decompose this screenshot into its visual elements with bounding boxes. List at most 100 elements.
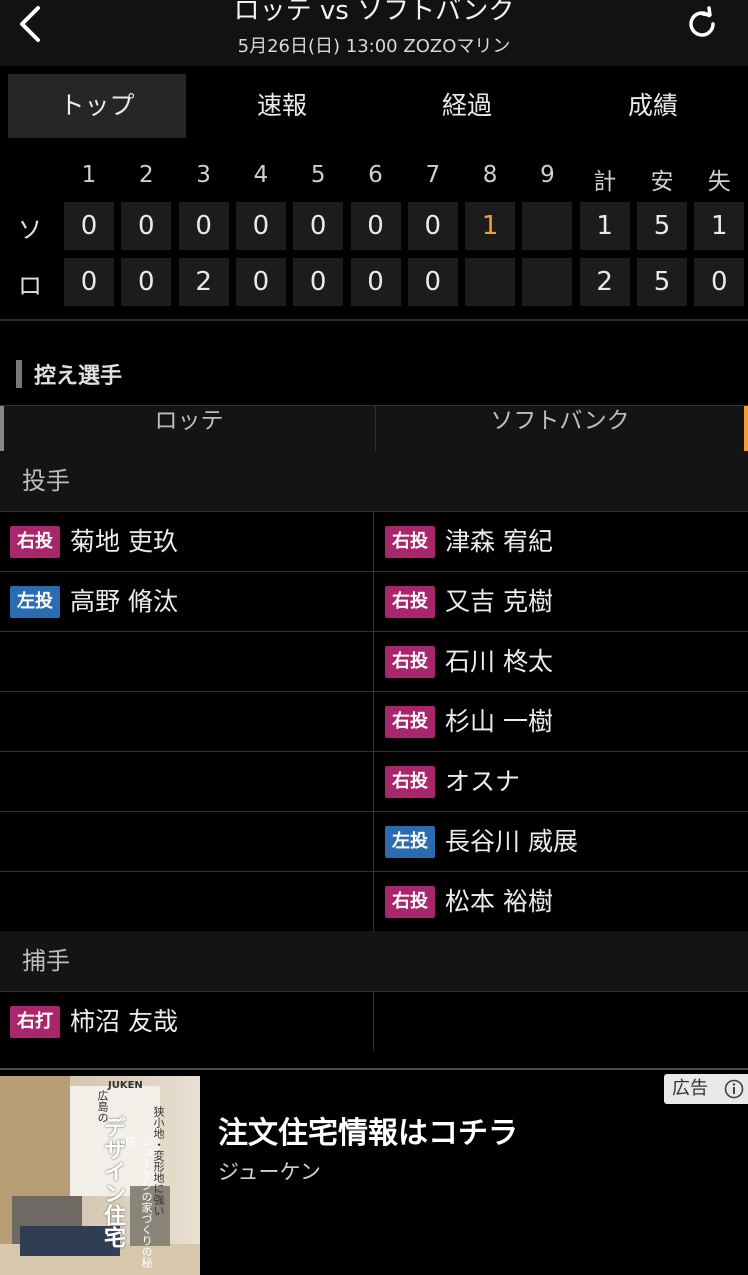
score-cell bbox=[522, 202, 573, 250]
player-badge: 右投 bbox=[385, 886, 435, 918]
score-column-header: 失 bbox=[707, 169, 731, 195]
ad-image[interactable]: JUKEN 広島の デザイン住宅 狭小地・変形地に強い ジューケンの家づくりの秘… bbox=[0, 1076, 200, 1275]
player-row: 右投 石川 柊太 bbox=[0, 631, 748, 691]
score-cell bbox=[465, 258, 516, 306]
player-row: 左投 高野 脩汰 右投 又吉 克樹 bbox=[0, 571, 748, 631]
player-name[interactable]: 又吉 克樹 bbox=[445, 572, 553, 631]
player-cell-right bbox=[375, 992, 748, 1051]
ad-sponsor: ジューケン bbox=[218, 1160, 321, 1184]
player-name[interactable]: オスナ bbox=[445, 752, 520, 811]
score-column-header: 安 bbox=[650, 169, 674, 195]
player-cell-left[interactable]: 右打 柿沼 友哉 bbox=[0, 992, 374, 1051]
score-column-header: 5 bbox=[310, 162, 326, 188]
score-row-team: ロ bbox=[18, 272, 42, 300]
info-icon bbox=[724, 1079, 744, 1099]
score-cell: 0 bbox=[293, 202, 344, 250]
score-column-header: 6 bbox=[368, 162, 383, 188]
player-badge: 右投 bbox=[385, 526, 435, 558]
player-name[interactable]: 杉山 一樹 bbox=[445, 692, 553, 751]
score-cell bbox=[522, 258, 573, 306]
player-badge: 右投 bbox=[385, 706, 435, 738]
player-name[interactable]: 津森 宥紀 bbox=[445, 512, 553, 571]
score-cell: 1 bbox=[694, 202, 745, 250]
player-name[interactable]: 柿沼 友哉 bbox=[70, 992, 178, 1051]
player-cell-right[interactable]: 右投 松本 裕樹 bbox=[375, 872, 748, 931]
team-tab-softbank[interactable]: ソフトバンク bbox=[375, 406, 748, 452]
player-badge: 左投 bbox=[385, 826, 435, 858]
score-cell: 2 bbox=[178, 258, 229, 306]
score-column-header: 4 bbox=[253, 162, 269, 188]
player-cell-left bbox=[0, 872, 374, 931]
score-cell: 0 bbox=[121, 202, 172, 250]
group-pitchers: 投手 bbox=[0, 451, 748, 511]
player-cell-right[interactable]: 右投 杉山 一樹 bbox=[375, 692, 748, 751]
score-cell: 0 bbox=[293, 258, 344, 306]
player-badge: 右打 bbox=[10, 1006, 60, 1038]
score-cell: 0 bbox=[407, 258, 458, 306]
score-cell: 5 bbox=[637, 202, 687, 250]
ad-image-text-4: ジューケンの家づくりの秘密 bbox=[124, 1136, 153, 1268]
player-name[interactable]: 菊地 吏玖 bbox=[70, 512, 178, 571]
score-cell: 0 bbox=[64, 258, 114, 306]
score-cell: 2 bbox=[579, 258, 630, 306]
tab-top[interactable]: トップ bbox=[8, 74, 186, 138]
score-column-header: 1 bbox=[81, 162, 97, 188]
player-cell-right[interactable]: 右投 オスナ bbox=[375, 752, 748, 811]
player-badge: 右投 bbox=[385, 586, 435, 618]
player-badge: 右投 bbox=[385, 646, 435, 678]
game-subtitle: 5月26日(日) 13:00 ZOZOマリン bbox=[237, 36, 511, 57]
score-cell: 1 bbox=[465, 202, 516, 250]
ad-image-brand: JUKEN bbox=[108, 1080, 143, 1091]
player-row: 右投 松本 裕樹 bbox=[0, 871, 748, 931]
player-cell-left[interactable]: 右投 菊地 吏玖 bbox=[0, 512, 374, 571]
player-name[interactable]: 高野 脩汰 bbox=[70, 572, 178, 631]
section-marker bbox=[16, 360, 22, 388]
ad-banner[interactable]: JUKEN 広島の デザイン住宅 狭小地・変形地に強い ジューケンの家づくりの秘… bbox=[0, 1068, 748, 1275]
ad-title[interactable]: 注文住宅情報はコチラ bbox=[218, 1108, 518, 1152]
team-tab-lotte[interactable]: ロッテ bbox=[0, 406, 374, 452]
score-column-header: 2 bbox=[138, 162, 154, 188]
game-header: ロッテ vs ソフトバンク 5月26日(日) 13:00 ZOZOマリン bbox=[0, 0, 748, 66]
player-cell-left bbox=[0, 752, 374, 811]
score-column-header: 7 bbox=[425, 162, 441, 188]
score-cell: 0 bbox=[407, 202, 458, 250]
player-name[interactable]: 石川 柊太 bbox=[445, 632, 553, 691]
player-row: 右投 杉山 一樹 bbox=[0, 691, 748, 751]
player-cell-right[interactable]: 右投 又吉 克樹 bbox=[375, 572, 748, 631]
score-cell: 0 bbox=[121, 258, 172, 306]
tab-live[interactable]: 速報 bbox=[193, 74, 371, 138]
score-cell: 0 bbox=[235, 202, 286, 250]
player-badge: 右投 bbox=[385, 766, 435, 798]
section-title-text: 控え選手 bbox=[34, 364, 123, 389]
player-cell-right[interactable]: 右投 津森 宥紀 bbox=[375, 512, 748, 571]
score-cell: 1 bbox=[579, 202, 630, 250]
score-cell: 0 bbox=[350, 258, 401, 306]
tab-stats[interactable]: 成績 bbox=[564, 74, 742, 138]
ad-label[interactable]: 広告 bbox=[664, 1074, 748, 1104]
player-row: 左投 長谷川 威展 bbox=[0, 811, 748, 871]
player-cell-right[interactable]: 左投 長谷川 威展 bbox=[375, 812, 748, 871]
player-badge: 左投 bbox=[10, 586, 60, 618]
score-cell: 0 bbox=[235, 258, 286, 306]
group-catchers: 捕手 bbox=[0, 931, 748, 991]
player-name[interactable]: 松本 裕樹 bbox=[445, 872, 553, 931]
score-cell: 0 bbox=[178, 202, 229, 250]
score-column-header: 計 bbox=[593, 169, 617, 195]
player-row: 右打 柿沼 友哉 bbox=[0, 991, 748, 1051]
player-name[interactable]: 長谷川 威展 bbox=[445, 812, 578, 871]
player-cell-left bbox=[0, 632, 374, 691]
player-row: 右投 オスナ bbox=[0, 751, 748, 811]
score-column-header: 8 bbox=[482, 162, 498, 188]
score-row-team: ソ bbox=[18, 216, 42, 244]
refresh-icon bbox=[689, 6, 715, 37]
player-cell-right[interactable]: 右投 石川 柊太 bbox=[375, 632, 748, 691]
refresh-button[interactable] bbox=[682, 4, 722, 44]
score-cell: 5 bbox=[637, 258, 687, 306]
player-cell-left bbox=[0, 812, 374, 871]
player-cell-left[interactable]: 左投 高野 脩汰 bbox=[0, 572, 374, 631]
tab-bar: トップ 速報 経過 成績 bbox=[0, 74, 748, 140]
tab-progress[interactable]: 経過 bbox=[378, 74, 556, 138]
game-title: ロッテ vs ソフトバンク bbox=[233, 0, 515, 26]
divider bbox=[0, 319, 748, 321]
ad-label-text: 広告 bbox=[672, 1078, 708, 1099]
